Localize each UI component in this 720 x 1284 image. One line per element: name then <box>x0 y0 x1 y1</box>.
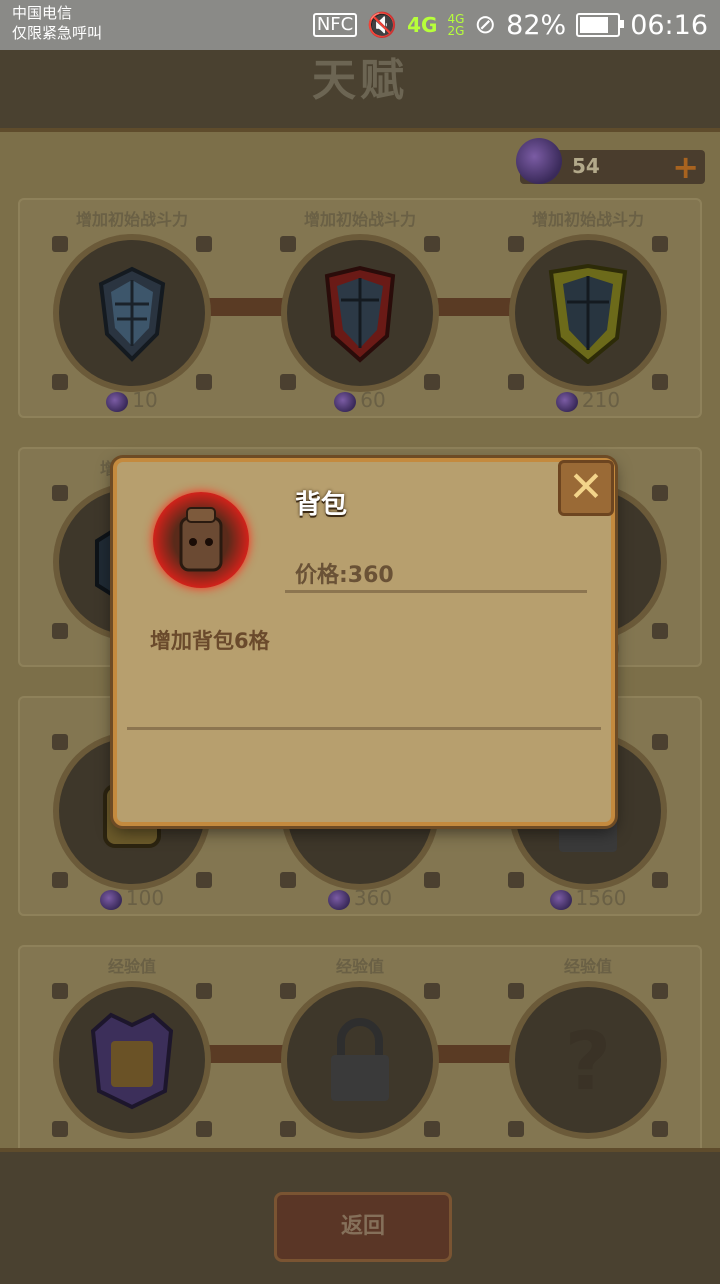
gem-currency: 54 + <box>516 138 705 186</box>
network-2g-small: 2G <box>447 24 465 38</box>
talent-label: 经验值 <box>335 957 384 976</box>
gem-icon <box>549 889 572 910</box>
gold-spiked-armor-icon <box>548 264 628 364</box>
divider <box>127 727 601 730</box>
nfc-icon: NFC <box>312 13 358 37</box>
gem-icon <box>555 391 578 412</box>
talent-row-4: 经验值 经验值 经验值 ? <box>18 945 702 1165</box>
talent-cost: 60 <box>246 388 474 412</box>
close-button[interactable]: ✕ <box>558 460 614 516</box>
backpack-icon <box>153 492 249 588</box>
gem-icon <box>99 889 122 910</box>
spiked-chest-icon <box>91 1012 173 1110</box>
clock: 06:16 <box>630 9 708 41</box>
network-4g: 4G <box>407 13 438 37</box>
page-title: 天赋 <box>312 55 408 106</box>
carrier-info: 中国电信 仅限紧急呼叫 <box>12 3 102 43</box>
emergency-text: 仅限紧急呼叫 <box>12 24 103 42</box>
status-bar: 中国电信 仅限紧急呼叫 NFC 🔇 4G 4G 2G ⊘ 82% 06:16 <box>0 0 720 50</box>
mute-icon: 🔇 <box>367 11 398 39</box>
talent-cost: 210 <box>474 388 702 412</box>
header-band: 天赋 <box>0 50 720 132</box>
question-mark-icon: ? <box>565 1015 611 1108</box>
talent-label: 增加初始战斗力 <box>303 210 416 229</box>
no-sim-icon: ⊘ <box>474 10 497 40</box>
back-button[interactable]: 返回 <box>274 1192 452 1262</box>
gem-icon <box>334 391 357 412</box>
talent-label: 经验值 <box>563 957 612 976</box>
armor-shield-icon <box>98 266 166 362</box>
talent-cost: 10 <box>18 388 246 412</box>
gem-icon <box>516 138 562 184</box>
gem-icon <box>106 391 129 412</box>
talent-slot[interactable]: 增加初始战斗力 210 <box>474 198 702 418</box>
talent-slot[interactable]: 经验值 ? <box>474 945 702 1165</box>
divider <box>285 590 587 593</box>
signal-icon: 4G 2G <box>447 13 464 37</box>
add-gems-button[interactable]: + <box>672 148 699 186</box>
dialog-title: 背包 <box>295 490 348 520</box>
battery-percent: 82% <box>506 9 567 41</box>
talent-slot[interactable]: 增加初始战斗力 10 <box>18 198 246 418</box>
talent-detail-dialog: 背包 价格:360 增加背包6格 ✕ <box>113 458 615 826</box>
dialog-description: 增加背包6格 <box>150 629 270 653</box>
talent-cost: 360 <box>246 886 474 910</box>
battery-icon <box>576 13 625 37</box>
lock-icon <box>331 1018 389 1101</box>
footer-bar: 返回 <box>0 1148 720 1284</box>
close-icon: ✕ <box>568 462 604 511</box>
gem-icon <box>327 889 350 910</box>
talent-slot[interactable]: 经验值 <box>18 945 246 1165</box>
svg-text:?: ? <box>565 1015 611 1108</box>
talent-label: 增加初始战斗力 <box>531 210 644 229</box>
talent-cost: 100 <box>18 886 246 910</box>
talent-cost: 1560 <box>474 886 702 910</box>
carrier-name: 中国电信 <box>12 4 73 22</box>
talent-slot[interactable]: 经验值 <box>246 945 474 1165</box>
talent-row-1: 增加初始战斗力 10 增加初始战斗力 60 增加初始战斗力 210 <box>18 198 702 418</box>
gem-amount: 54 <box>572 154 600 178</box>
dialog-price: 价格:360 <box>295 563 394 588</box>
talent-slot[interactable]: 增加初始战斗力 60 <box>246 198 474 418</box>
talent-label: 经验值 <box>107 957 156 976</box>
talent-label: 增加初始战斗力 <box>75 210 188 229</box>
spiked-armor-icon <box>324 265 396 363</box>
